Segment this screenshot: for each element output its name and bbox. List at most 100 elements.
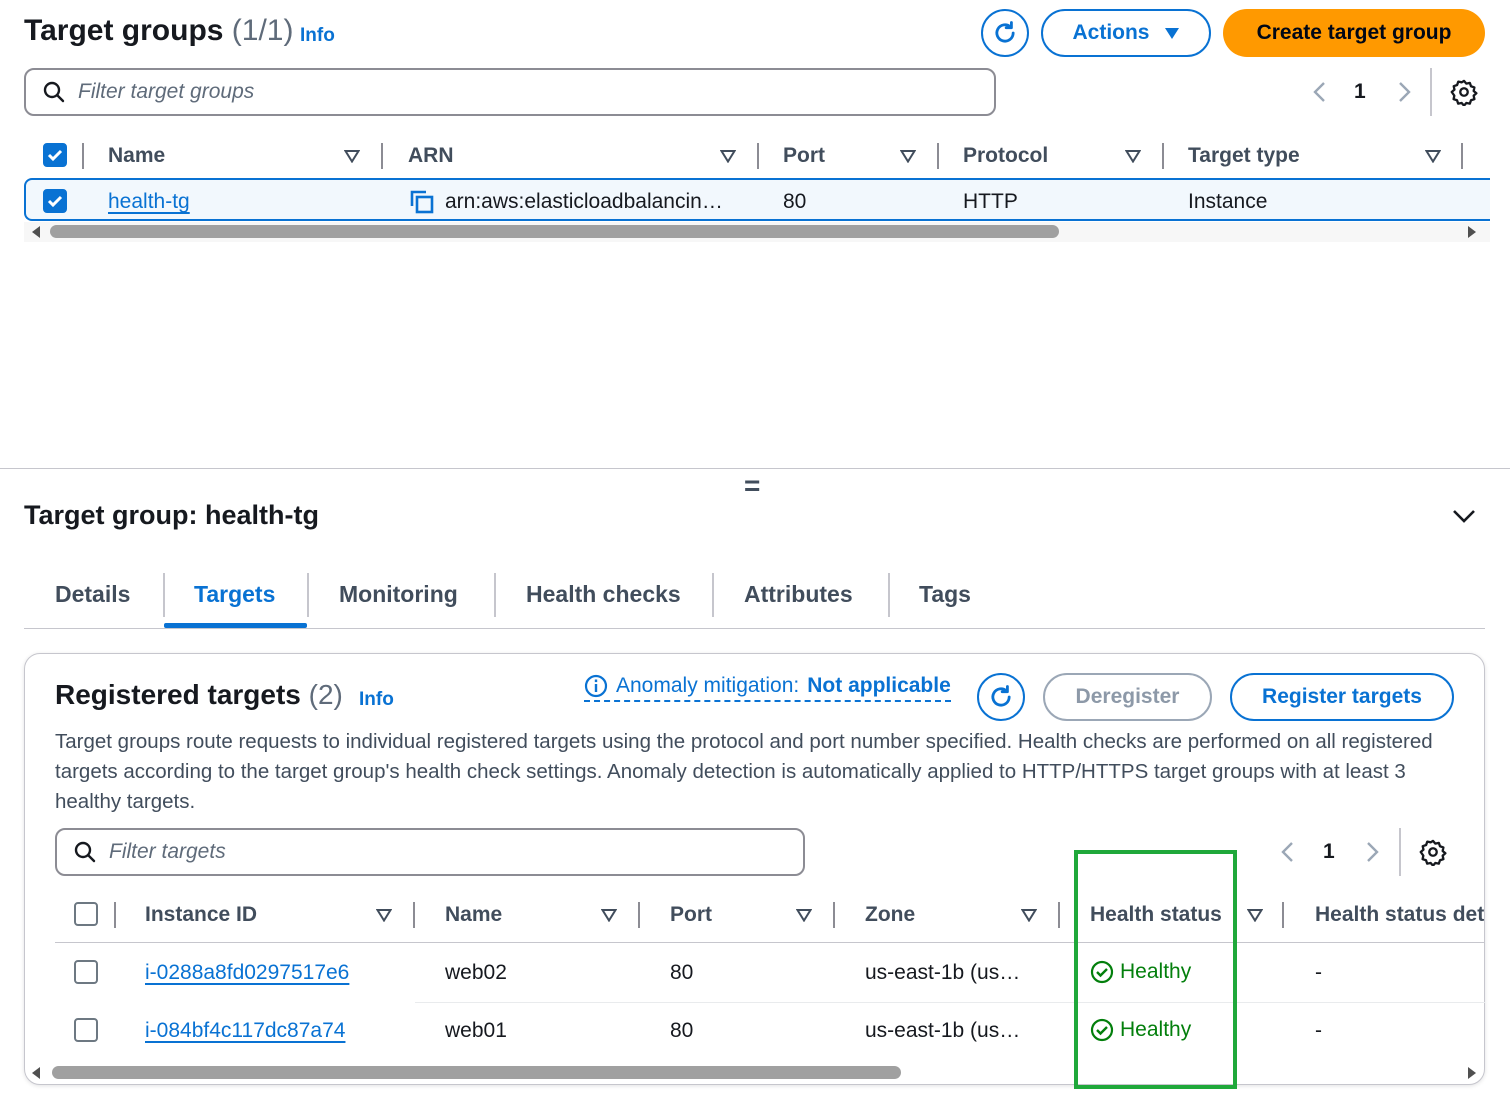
pagination-divider [1399,828,1401,876]
column-header-protocol[interactable]: Protocol [963,144,1048,168]
zone-value: us-east-1b (us… [865,961,1021,984]
instance-name-value: web01 [445,1019,507,1042]
register-targets-button[interactable]: Register targets [1230,673,1454,721]
column-header-arn[interactable]: ARN [408,144,454,168]
row-checkbox[interactable] [74,1018,98,1042]
targets-refresh-button[interactable] [977,673,1025,721]
previous-page-icon[interactable] [1310,80,1330,104]
actions-label: Actions [1072,21,1150,44]
tab-divider [712,573,714,617]
row-checkbox[interactable] [43,189,67,213]
column-divider [82,143,84,169]
tab-monitoring[interactable]: Monitoring [339,581,458,608]
registered-info-link[interactable]: Info [359,689,394,711]
table-header-border [55,942,1485,943]
create-target-group-button[interactable]: Create target group [1223,9,1485,57]
instance-name-value: web02 [445,961,507,984]
instance-id-link[interactable]: i-0288a8fd0297517e6 [145,961,349,985]
filter-targets-search[interactable]: Filter targets [55,828,805,876]
filter-target-groups-search[interactable]: Filter target groups [24,68,996,116]
sort-icon[interactable] [1021,908,1037,922]
anomaly-value: Not applicable [807,674,951,697]
gear-icon[interactable] [1450,78,1478,106]
tab-tags[interactable]: Tags [919,581,971,608]
column-divider [937,143,939,169]
tab-health-checks[interactable]: Health checks [526,581,681,608]
horizontal-scrollbar-thumb[interactable] [50,225,1059,238]
horizontal-scrollbar-thumb[interactable] [52,1066,901,1079]
protocol-value: HTTP [963,190,1018,213]
column-divider [1461,143,1463,169]
sort-icon[interactable] [720,149,736,163]
column-header-name[interactable]: Name [108,144,165,168]
column-header-health-status-details[interactable]: Health status det [1315,903,1485,927]
column-divider [1282,902,1284,928]
sort-icon[interactable] [1247,908,1263,922]
column-header-target-type[interactable]: Target type [1188,144,1300,168]
registered-targets-description: Target groups route requests to individu… [55,730,1433,813]
sort-icon[interactable] [1125,149,1141,163]
pagination-divider [1430,68,1432,116]
scroll-left-icon[interactable] [30,1066,42,1080]
tab-targets[interactable]: Targets [194,581,275,608]
sort-icon[interactable] [376,908,392,922]
column-divider [638,902,640,928]
info-link[interactable]: Info [300,25,335,47]
registered-targets-title: Registered targets (2) [55,679,343,711]
refresh-icon [995,21,1015,43]
select-all-checkbox[interactable] [43,143,67,167]
column-divider [413,902,415,928]
copy-icon[interactable] [409,189,435,215]
column-header-name[interactable]: Name [445,903,502,927]
scroll-right-icon[interactable] [1466,1066,1478,1080]
current-page[interactable]: 1 [1323,840,1335,864]
page-title-text: Target groups [24,14,224,47]
sort-icon[interactable] [1425,149,1441,163]
check-icon [47,195,63,208]
anomaly-mitigation-popover[interactable]: Anomaly mitigation: Not applicable [584,674,951,702]
refresh-button[interactable] [981,9,1029,57]
sort-icon[interactable] [900,149,916,163]
column-header-zone[interactable]: Zone [865,903,915,927]
sort-icon[interactable] [601,908,617,922]
scroll-right-icon[interactable] [1466,225,1478,239]
column-divider [757,143,759,169]
tab-attributes[interactable]: Attributes [744,581,853,608]
split-panel-divider [0,468,1510,469]
column-header-instance-id[interactable]: Instance ID [145,903,257,927]
column-divider [114,902,116,928]
registered-targets-title-text: Registered targets [55,679,301,710]
instance-id-link[interactable]: i-084bf4c117dc87a74 [145,1019,345,1043]
target-group-name-link[interactable]: health-tg [108,190,190,214]
select-all-checkbox[interactable] [74,902,98,926]
column-divider [381,143,383,169]
sort-icon[interactable] [796,908,812,922]
chevron-down-icon[interactable] [1450,504,1478,528]
current-page[interactable]: 1 [1354,80,1366,104]
tab-details[interactable]: Details [55,581,130,608]
gear-icon[interactable] [1419,838,1447,866]
scroll-left-icon[interactable] [30,225,42,239]
column-header-port[interactable]: Port [670,903,712,927]
actions-button[interactable]: Actions [1041,9,1211,57]
sort-icon[interactable] [344,149,360,163]
check-icon [47,149,63,162]
page-title: Target groups (1/1) [24,14,293,48]
row-divider [415,1002,1485,1003]
row-checkbox[interactable] [74,960,98,984]
next-page-icon[interactable] [1362,840,1382,864]
search-icon [43,81,65,103]
previous-page-icon[interactable] [1278,840,1298,864]
deregister-button[interactable]: Deregister [1043,673,1212,721]
tab-divider [307,573,309,617]
health-details-value: - [1315,1019,1322,1042]
search-icon [74,841,96,863]
column-header-port[interactable]: Port [783,144,825,168]
column-divider [1058,902,1060,928]
caret-down-icon [1164,28,1179,39]
tab-divider [494,573,496,617]
resize-handle[interactable]: = [744,470,760,502]
table-row-selected[interactable] [24,178,1490,221]
next-page-icon[interactable] [1394,80,1414,104]
port-value: 80 [670,1019,694,1042]
